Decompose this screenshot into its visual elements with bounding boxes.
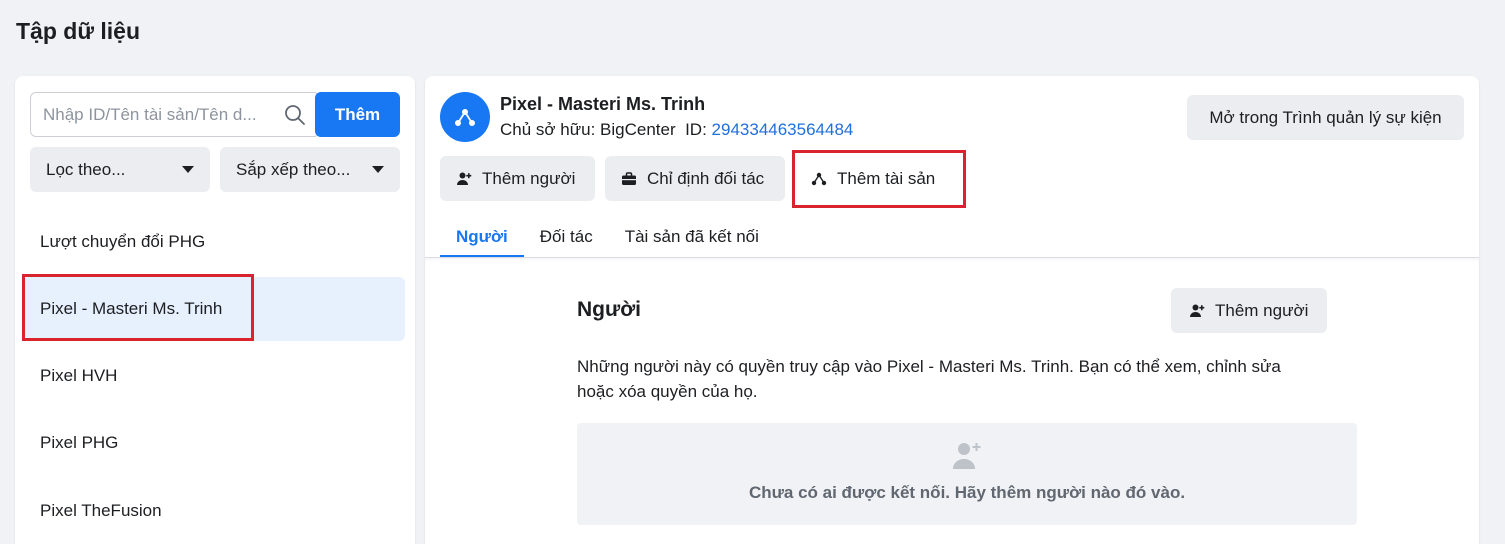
asset-list-item-label: Pixel PHG: [40, 433, 119, 452]
pixel-asset-icon: [440, 92, 490, 142]
asset-detail-panel: Pixel - Masteri Ms. Trinh Chủ sở hữu: Bi…: [425, 76, 1479, 544]
asset-list-item[interactable]: Pixel PHG: [23, 411, 405, 475]
tab-partners[interactable]: Đối tác: [524, 216, 609, 258]
asset-id-label: ID:: [685, 120, 707, 139]
add-person-button[interactable]: Thêm người: [440, 156, 595, 201]
open-events-manager-button[interactable]: Mở trong Trình quản lý sự kiện: [1187, 95, 1464, 140]
assign-partner-button-label: Chỉ định đối tác: [647, 168, 765, 188]
add-asset-action-button-label: Thêm tài sản: [837, 168, 936, 188]
section-add-person-label: Thêm người: [1215, 300, 1309, 320]
asset-id-link[interactable]: 294334463564484: [712, 120, 854, 139]
section-add-person-button[interactable]: Thêm người: [1171, 288, 1327, 333]
sort-dropdown-label: Sắp xếp theo...: [236, 159, 351, 179]
briefcase-icon: [621, 171, 637, 187]
person-add-icon: [1189, 303, 1205, 319]
person-add-icon: [951, 440, 983, 472]
asset-list-item[interactable]: Lượt chuyển đổi PHG: [23, 210, 405, 274]
asset-nodes-icon: [811, 171, 827, 187]
assign-partner-button[interactable]: Chỉ định đối tác: [605, 156, 785, 201]
filter-dropdown[interactable]: Lọc theo...: [30, 147, 210, 192]
search-input[interactable]: [43, 104, 283, 125]
asset-name: Pixel - Masteri Ms. Trinh: [500, 94, 706, 114]
asset-owner-line: Chủ sở hữu: BigCenter ID: 29433446356448…: [500, 120, 853, 140]
caret-down-icon: [372, 166, 384, 173]
add-asset-action-button[interactable]: Thêm tài sản: [795, 156, 963, 201]
asset-list-panel: Thêm Lọc theo... Sắp xếp theo... Lượt ch…: [15, 76, 415, 544]
section-title: Người: [577, 298, 641, 321]
search-box[interactable]: [30, 92, 320, 137]
caret-down-icon: [182, 166, 194, 173]
asset-list-item-label: Pixel TheFusion: [40, 501, 162, 520]
tab-people[interactable]: Người: [440, 216, 524, 258]
asset-list-item-label: Lượt chuyển đổi PHG: [40, 232, 206, 251]
asset-list-item-selected[interactable]: Pixel - Masteri Ms. Trinh: [23, 277, 405, 341]
asset-list-item-label: Pixel - Masteri Ms. Trinh: [40, 299, 223, 318]
asset-list-item-label: Pixel HVH: [40, 366, 118, 385]
asset-list-item[interactable]: Pixel HVH: [23, 344, 405, 408]
empty-state: Chưa có ai được kết nối. Hãy thêm người …: [577, 423, 1357, 525]
asset-owner: Chủ sở hữu: BigCenter: [500, 120, 676, 139]
tab-bar: Người Đối tác Tài sản đã kết nối: [440, 216, 775, 258]
empty-state-text: Chưa có ai được kết nối. Hãy thêm người …: [748, 483, 1186, 502]
add-person-button-label: Thêm người: [482, 168, 576, 188]
add-asset-button[interactable]: Thêm: [315, 92, 400, 137]
section-description: Những người này có quyền truy cập vào Pi…: [577, 357, 1281, 401]
tab-connected-assets[interactable]: Tài sản đã kết nối: [609, 216, 775, 258]
person-add-icon: [456, 171, 472, 187]
asset-list-item[interactable]: Pixel TheFusion: [23, 479, 405, 543]
search-icon[interactable]: [283, 103, 307, 127]
sort-dropdown[interactable]: Sắp xếp theo...: [220, 147, 400, 192]
filter-dropdown-label: Lọc theo...: [46, 159, 126, 179]
page-title: Tập dữ liệu: [16, 18, 140, 44]
